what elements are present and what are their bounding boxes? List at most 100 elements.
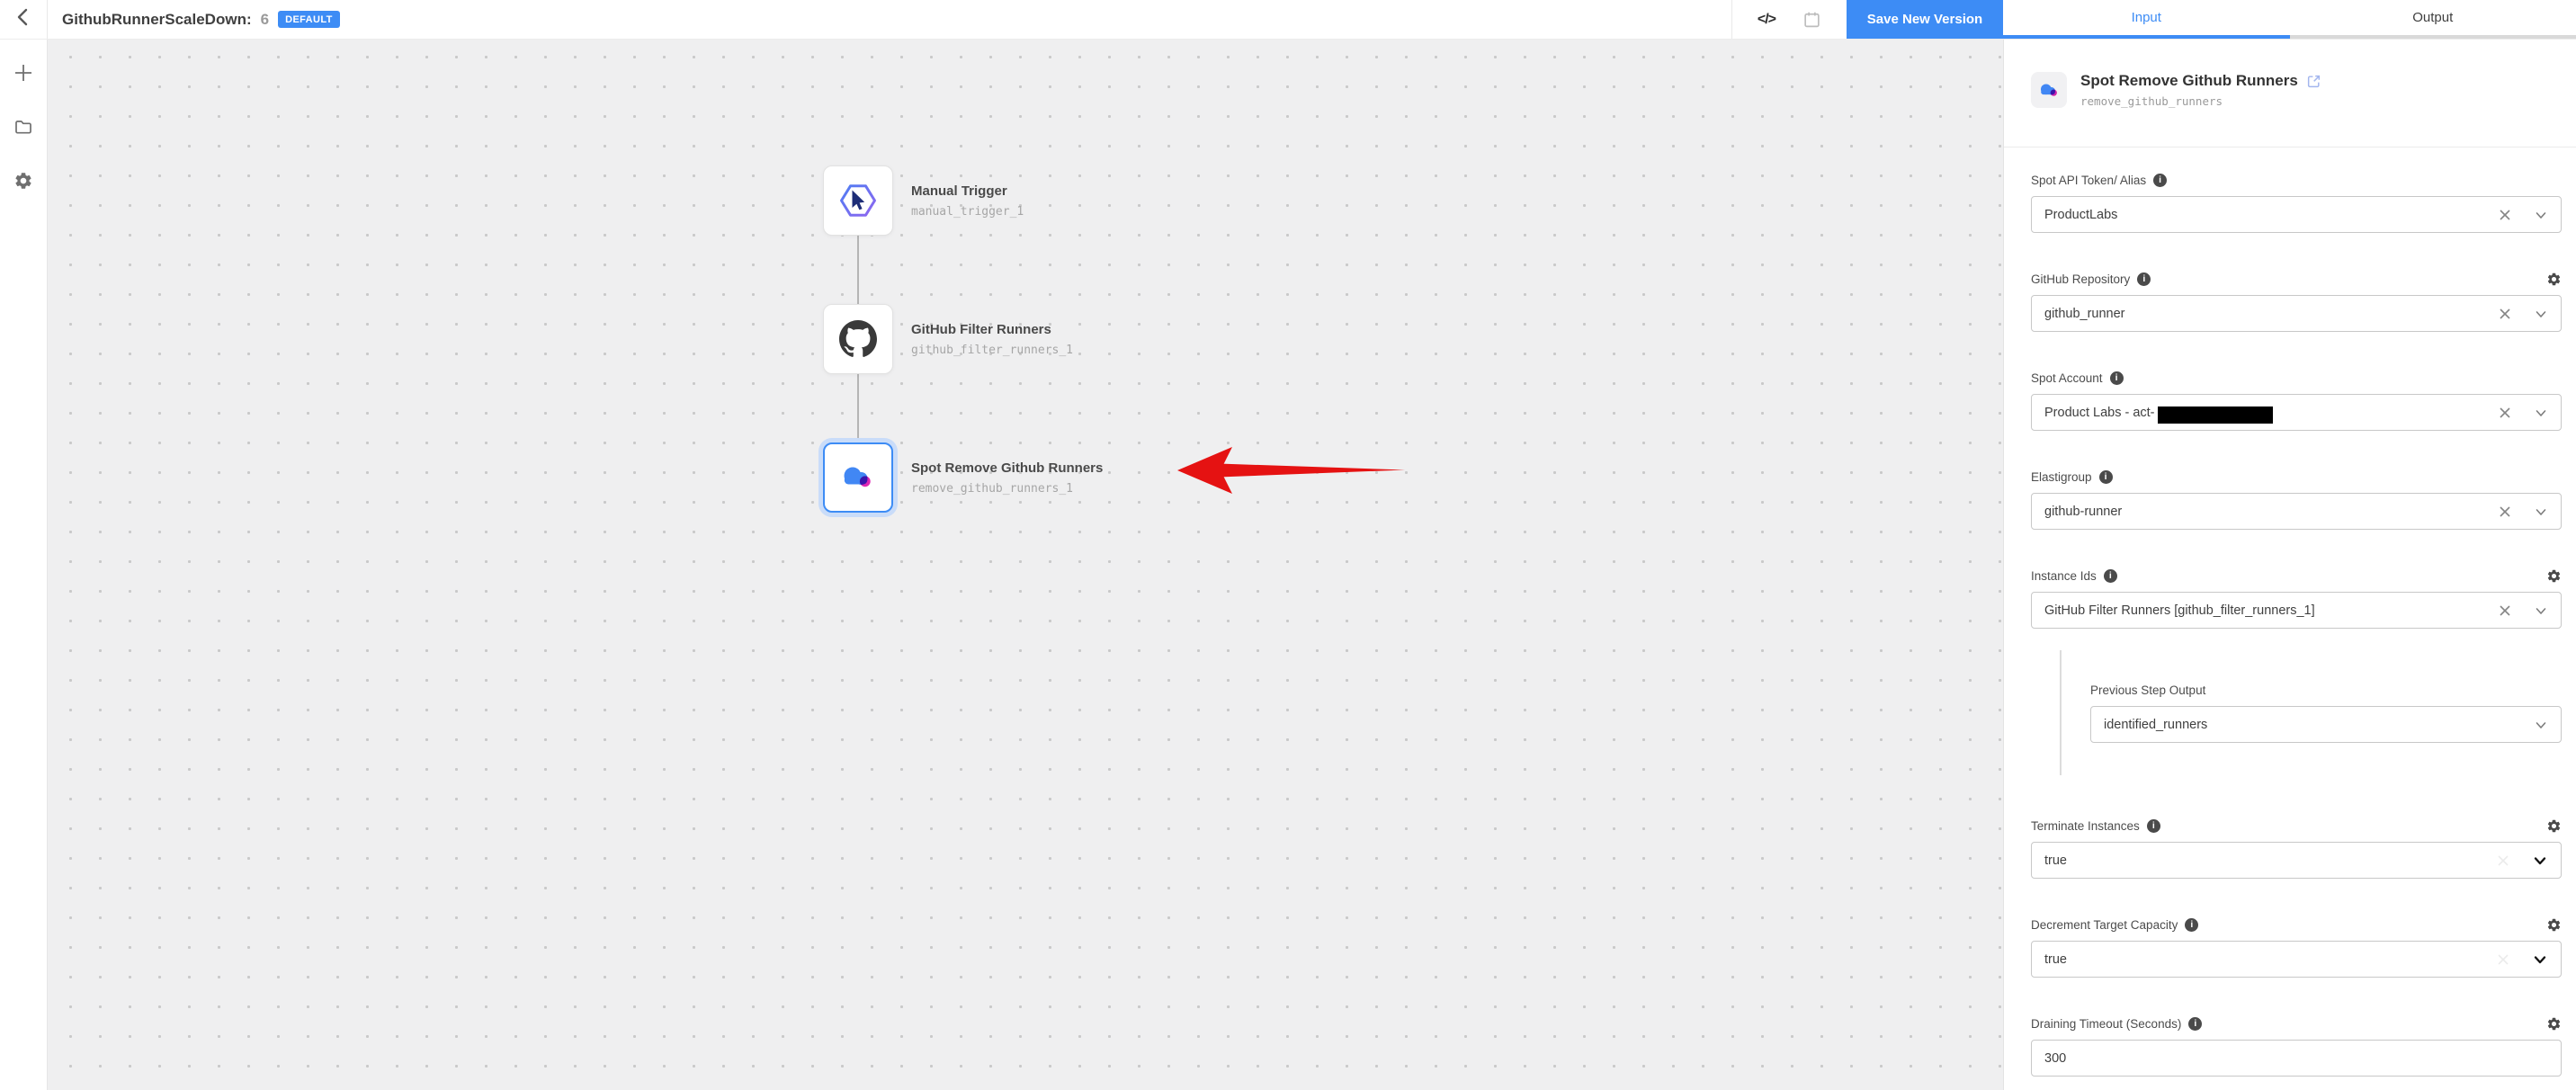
info-icon[interactable]: i bbox=[2137, 272, 2151, 286]
manual-trigger-icon bbox=[838, 181, 878, 220]
info-icon[interactable]: i bbox=[2099, 470, 2113, 484]
field-label: Spot Account bbox=[2031, 371, 2103, 385]
plus-icon bbox=[13, 62, 34, 84]
node-card[interactable] bbox=[823, 304, 893, 374]
field-github-repository: GitHub Repository i github_runner bbox=[2031, 270, 2562, 332]
gear-settings-button[interactable] bbox=[2546, 568, 2562, 584]
field-spot-account: Spot Account i Product Labs - act- bbox=[2031, 369, 2562, 431]
field-terminate-instances: Terminate Instances i true bbox=[2031, 817, 2562, 879]
select-value: identified_runners bbox=[2104, 718, 2207, 732]
node-id: remove_github_runners_1 bbox=[911, 482, 1103, 496]
field-elastigroup: Elastigroup i github-runner bbox=[2031, 468, 2562, 530]
info-icon[interactable]: i bbox=[2185, 918, 2198, 932]
info-icon[interactable]: i bbox=[2147, 819, 2160, 833]
clear-icon[interactable] bbox=[2498, 307, 2512, 321]
field-decrement-target-capacity: Decrement Target Capacity i true bbox=[2031, 916, 2562, 978]
info-icon[interactable]: i bbox=[2188, 1017, 2202, 1031]
chevron-down-icon[interactable] bbox=[2534, 406, 2548, 420]
workflow-title: GithubRunnerScaleDown: bbox=[62, 11, 252, 29]
input-value: 300 bbox=[2044, 1051, 2066, 1066]
redacted-value bbox=[2158, 407, 2273, 424]
spot-account-select[interactable]: Product Labs - act- bbox=[2031, 394, 2562, 431]
calendar-icon[interactable] bbox=[1802, 10, 1821, 29]
field-previous-step-output: Previous Step Output identified_runners bbox=[2090, 681, 2562, 743]
node-title: GitHub Filter Runners bbox=[911, 322, 1073, 337]
back-chevron-icon bbox=[12, 5, 35, 33]
chevron-down-icon[interactable] bbox=[2532, 952, 2548, 968]
panel-node-title: Spot Remove Github Runners bbox=[2080, 72, 2298, 90]
field-label: Previous Step Output bbox=[2090, 683, 2205, 697]
clear-icon bbox=[2496, 853, 2510, 868]
decrement-target-capacity-select[interactable]: true bbox=[2031, 941, 2562, 978]
info-icon[interactable]: i bbox=[2110, 371, 2124, 385]
node-title: Spot Remove Github Runners bbox=[911, 460, 1103, 476]
nested-previous-step-output-section: Previous Step Output identified_runners bbox=[2060, 650, 2562, 775]
clear-icon[interactable] bbox=[2498, 603, 2512, 618]
chevron-down-icon[interactable] bbox=[2534, 208, 2548, 222]
save-new-version-button[interactable]: Save New Version bbox=[1847, 0, 2003, 39]
left-sidebar bbox=[0, 40, 48, 1090]
workflow-canvas[interactable]: Manual Triggermanual_trigger_1 GitHub Fil… bbox=[48, 40, 2003, 1090]
select-value: true bbox=[2044, 952, 2067, 967]
gear-settings-button[interactable] bbox=[2546, 1016, 2562, 1032]
field-label: Instance Ids bbox=[2031, 569, 2097, 583]
panel-tabs: InputOutput bbox=[2003, 0, 2576, 39]
node-card[interactable] bbox=[823, 165, 893, 236]
field-label: Terminate Instances bbox=[2031, 819, 2140, 833]
chevron-down-icon[interactable] bbox=[2534, 307, 2548, 321]
clear-icon[interactable] bbox=[2498, 505, 2512, 519]
workflow-node-remove_github_runners_1: Spot Remove Github Runners remove_github_… bbox=[823, 442, 1103, 513]
edge-connector bbox=[857, 374, 859, 442]
input-panel: Spot Remove Github Runners remove_github… bbox=[2003, 40, 2576, 1090]
draining-timeout-seconds-input[interactable]: 300 bbox=[2031, 1040, 2562, 1077]
gear-settings-button[interactable] bbox=[2546, 818, 2562, 834]
field-label: GitHub Repository bbox=[2031, 272, 2130, 286]
select-value: GitHub Filter Runners [github_filter_run… bbox=[2044, 603, 2315, 618]
clear-icon[interactable] bbox=[2498, 208, 2512, 222]
github-repository-select[interactable]: github_runner bbox=[2031, 295, 2562, 332]
edge-connector bbox=[857, 236, 859, 304]
chevron-down-icon[interactable] bbox=[2532, 853, 2548, 869]
node-card[interactable] bbox=[823, 442, 893, 513]
chevron-down-icon[interactable] bbox=[2534, 505, 2548, 519]
gear-settings-button[interactable] bbox=[2546, 917, 2562, 933]
field-label: Decrement Target Capacity bbox=[2031, 918, 2178, 932]
instance-ids-select[interactable]: GitHub Filter Runners [github_filter_run… bbox=[2031, 592, 2562, 629]
field-draining-timeout-seconds: Draining Timeout (Seconds) i 300 bbox=[2031, 1014, 2562, 1077]
workflow-node-manual_trigger_1: Manual Triggermanual_trigger_1 bbox=[823, 165, 1024, 236]
back-button[interactable] bbox=[0, 0, 48, 39]
field-label: Draining Timeout (Seconds) bbox=[2031, 1017, 2181, 1031]
spot-icon bbox=[838, 458, 878, 497]
field-instance-ids: Instance Ids i GitHub Filter Runners [gith… bbox=[2031, 567, 2562, 629]
sidebar-add-button[interactable] bbox=[13, 62, 34, 84]
clear-icon bbox=[2496, 952, 2510, 967]
spot-api-token-alias-select[interactable]: ProductLabs bbox=[2031, 196, 2562, 233]
terminate-instances-select[interactable]: true bbox=[2031, 842, 2562, 879]
chevron-down-icon[interactable] bbox=[2534, 603, 2548, 618]
field-label: Elastigroup bbox=[2031, 470, 2092, 484]
tab-output[interactable]: Output bbox=[2290, 0, 2576, 39]
code-view-icon[interactable]: </> bbox=[1758, 12, 1775, 28]
select-value: github-runner bbox=[2044, 505, 2122, 519]
sidebar-files-button[interactable] bbox=[13, 116, 34, 138]
chevron-down-icon[interactable] bbox=[2534, 718, 2548, 732]
info-icon[interactable]: i bbox=[2104, 569, 2117, 583]
select-value: true bbox=[2044, 853, 2067, 868]
annotation-red-arrow bbox=[1176, 445, 1406, 500]
field-spot-api-token-alias: Spot API Token/ AliasiProductLabs bbox=[2031, 171, 2562, 233]
tab-input[interactable]: Input bbox=[2003, 0, 2290, 39]
top-bar: GithubRunnerScaleDown: 6 DEFAULT </> Sav… bbox=[0, 0, 2576, 40]
previous-step-output-select[interactable]: identified_runners bbox=[2090, 706, 2562, 743]
select-value: Product Labs - act- bbox=[2044, 406, 2155, 420]
gear-icon bbox=[13, 171, 33, 191]
spot-icon bbox=[2031, 72, 2067, 108]
clear-icon[interactable] bbox=[2498, 406, 2512, 420]
gear-settings-button[interactable] bbox=[2546, 272, 2562, 287]
panel-node-id: remove_github_runners bbox=[2080, 94, 2321, 108]
github-icon bbox=[839, 320, 877, 358]
info-icon[interactable]: i bbox=[2153, 174, 2167, 187]
sidebar-settings-button[interactable] bbox=[13, 170, 34, 192]
folder-icon bbox=[13, 117, 33, 137]
external-link-icon[interactable] bbox=[2306, 74, 2321, 89]
elastigroup-select[interactable]: github-runner bbox=[2031, 493, 2562, 530]
